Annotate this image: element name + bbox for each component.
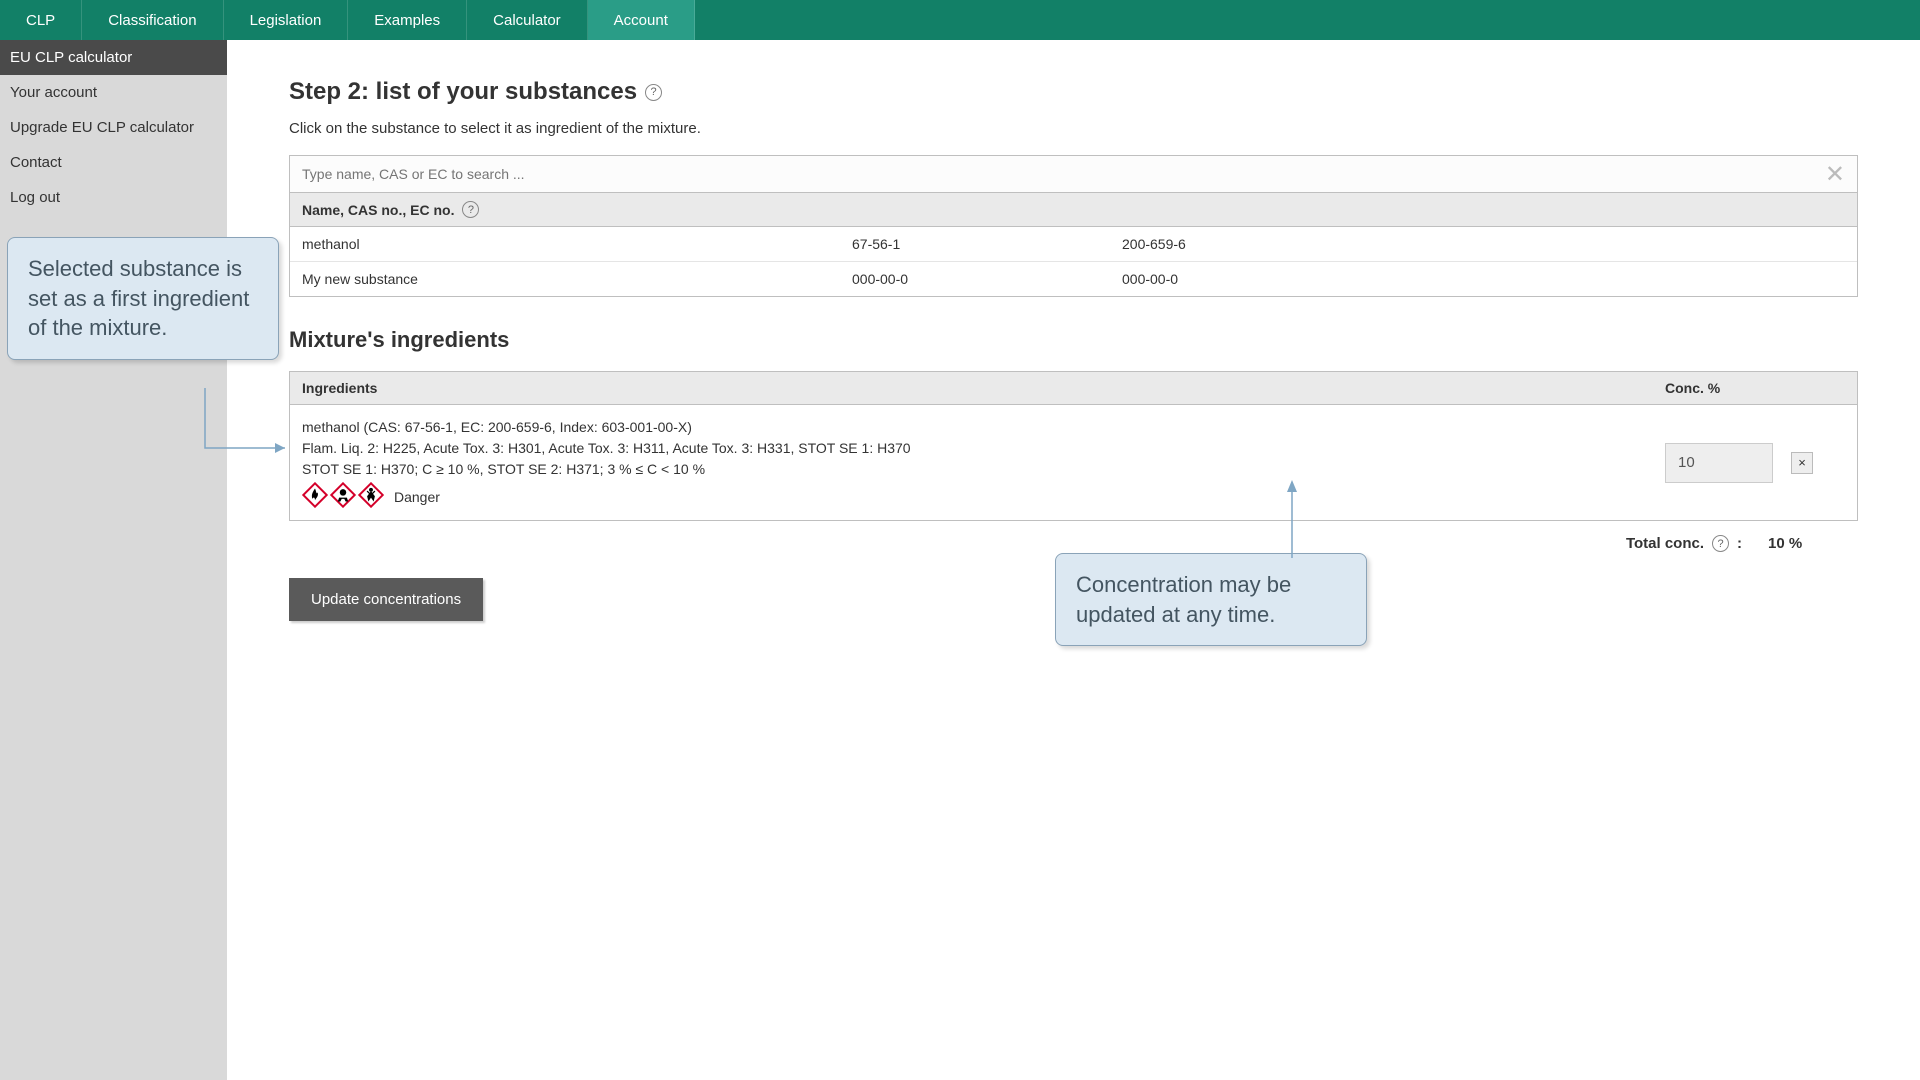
ingredient-info: methanol (CAS: 67-56-1, EC: 200-659-6, I… — [302, 417, 1665, 508]
substance-row[interactable]: My new substance 000-00-0 000-00-0 — [290, 262, 1857, 296]
update-concentrations-button[interactable]: Update concentrations — [289, 578, 483, 621]
total-label: Total conc. — [1626, 535, 1704, 552]
substances-table-header: Name, CAS no., EC no. ? — [290, 193, 1857, 227]
table-header-label: Name, CAS no., EC no. — [302, 202, 454, 218]
ingredient-title: methanol (CAS: 67-56-1, EC: 200-659-6, I… — [302, 417, 1665, 438]
nav-label: Examples — [374, 12, 440, 29]
search-input[interactable] — [290, 156, 1813, 192]
ghs-toxic-icon — [330, 482, 356, 508]
callout-concentration: Concentration may be updated at any time… — [1055, 553, 1367, 646]
ingredients-panel: Ingredients Conc. % methanol (CAS: 67-56… — [289, 371, 1858, 521]
sidebar-header: EU CLP calculator — [0, 40, 227, 75]
substances-panel: ✕ Name, CAS no., EC no. ? methanol 67-56… — [289, 155, 1858, 297]
nav-legislation[interactable]: Legislation — [224, 0, 349, 40]
sidebar-item-contact[interactable]: Contact — [0, 145, 227, 180]
total-row: Total conc. ? : 10 % — [289, 521, 1858, 552]
sidebar-item-account[interactable]: Your account — [0, 75, 227, 110]
nav-calculator[interactable]: Calculator — [467, 0, 588, 40]
nav-label: Classification — [108, 12, 196, 29]
concentration-input[interactable] — [1665, 443, 1773, 483]
pictogram-row: Danger — [302, 482, 1665, 508]
help-icon[interactable]: ? — [645, 84, 662, 101]
substance-ec: 000-00-0 — [1122, 271, 1845, 287]
substance-name: methanol — [302, 236, 852, 252]
conc-header-label: Conc. % — [1665, 380, 1845, 396]
remove-ingredient-button[interactable]: × — [1791, 452, 1813, 474]
ingredient-hazards: Flam. Liq. 2: H225, Acute Tox. 3: H301, … — [302, 438, 1665, 459]
sidebar: EU CLP calculator Your account Upgrade E… — [0, 40, 227, 1080]
ingredients-header-label: Ingredients — [302, 380, 1665, 396]
ingredient-row: methanol (CAS: 67-56-1, EC: 200-659-6, I… — [290, 405, 1857, 520]
help-icon[interactable]: ? — [462, 201, 479, 218]
sidebar-item-upgrade[interactable]: Upgrade EU CLP calculator — [0, 110, 227, 145]
ingredient-limits: STOT SE 1: H370; C ≥ 10 %, STOT SE 2: H3… — [302, 459, 1665, 480]
clear-search-icon[interactable]: ✕ — [1813, 160, 1857, 189]
nav-label: Account — [614, 12, 668, 29]
substance-ec: 200-659-6 — [1122, 236, 1845, 252]
nav-label: Calculator — [493, 12, 561, 29]
search-row: ✕ — [290, 156, 1857, 193]
ingredient-controls: × — [1665, 443, 1845, 483]
ghs-flammable-icon — [302, 482, 328, 508]
page-title: Step 2: list of your substances ? — [289, 78, 1858, 106]
nav-label: Legislation — [250, 12, 322, 29]
ghs-health-hazard-icon — [358, 482, 384, 508]
sidebar-item-logout[interactable]: Log out — [0, 180, 227, 215]
nav-label: CLP — [26, 12, 55, 29]
ingredients-title: Mixture's ingredients — [289, 327, 1858, 353]
colon: : — [1737, 535, 1742, 552]
nav-examples[interactable]: Examples — [348, 0, 467, 40]
top-nav: CLP Classification Legislation Examples … — [0, 0, 1920, 40]
help-icon[interactable]: ? — [1712, 535, 1729, 552]
substance-name: My new substance — [302, 271, 852, 287]
substance-cas: 000-00-0 — [852, 271, 1122, 287]
callout-selected-substance: Selected substance is set as a first ing… — [7, 237, 279, 360]
total-value: 10 % — [1768, 535, 1818, 552]
nav-account[interactable]: Account — [588, 0, 695, 40]
signal-word: Danger — [394, 487, 440, 508]
substance-row[interactable]: methanol 67-56-1 200-659-6 — [290, 227, 1857, 262]
substance-cas: 67-56-1 — [852, 236, 1122, 252]
page-subtitle: Click on the substance to select it as i… — [289, 120, 1858, 137]
nav-clp[interactable]: CLP — [0, 0, 82, 40]
page-title-text: Step 2: list of your substances — [289, 78, 637, 106]
ingredients-header: Ingredients Conc. % — [290, 372, 1857, 405]
nav-classification[interactable]: Classification — [82, 0, 223, 40]
